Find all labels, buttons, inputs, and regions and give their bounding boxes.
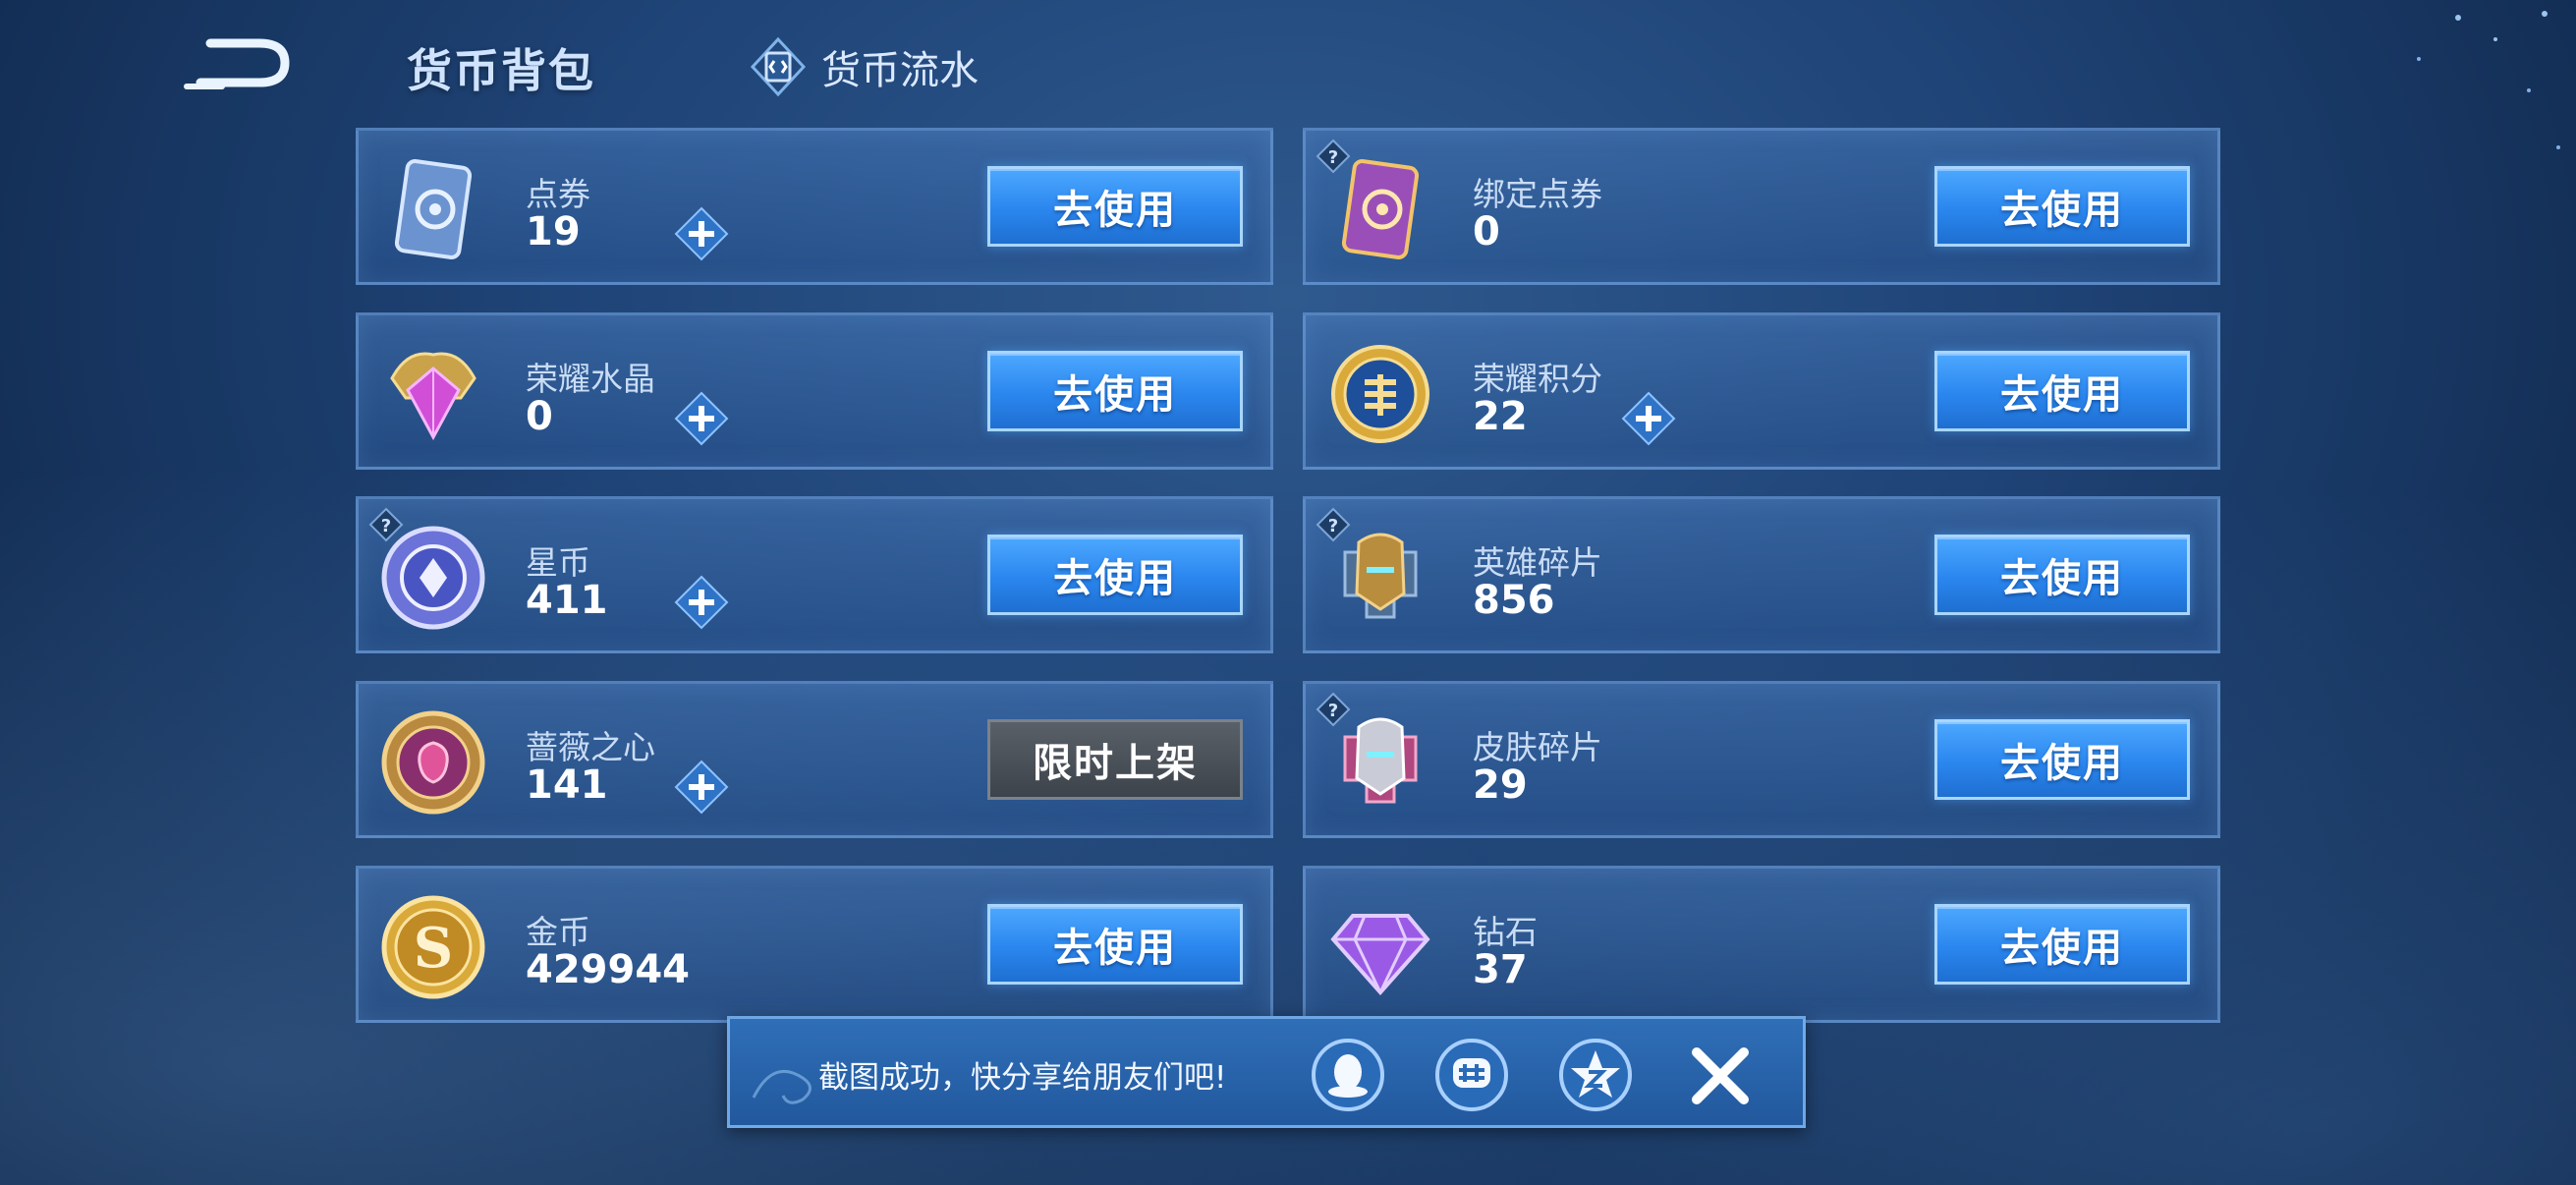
limited-time-button: 限时上架 xyxy=(987,719,1243,800)
coupon-ticket-icon xyxy=(394,159,473,259)
svg-text:S: S xyxy=(414,916,453,981)
star-coin-icon xyxy=(381,526,485,630)
tab-currency-flow-label: 货币流水 xyxy=(821,48,979,93)
back-arrow-icon[interactable] xyxy=(183,33,293,98)
currency-value: 0 xyxy=(526,394,553,439)
add-icon[interactable] xyxy=(673,390,730,447)
currency-card-gold-coin: S 金币 429944 去使用 xyxy=(356,866,1273,1023)
chat-share-icon[interactable] xyxy=(1433,1037,1510,1113)
page-title: 货币背包 xyxy=(407,44,595,97)
use-button[interactable]: 去使用 xyxy=(1934,351,2190,431)
currency-value: 0 xyxy=(1473,209,1500,254)
bound-coupon-ticket-icon xyxy=(1341,159,1420,259)
rose-heart-icon xyxy=(381,710,485,815)
use-button[interactable]: 去使用 xyxy=(987,351,1243,431)
qq-share-icon[interactable] xyxy=(1310,1037,1386,1113)
crystal-icon xyxy=(390,352,476,441)
use-button[interactable]: 去使用 xyxy=(987,166,1243,247)
currency-card-rose-heart: 蔷薇之心 141 限时上架 xyxy=(356,681,1273,838)
currency-value: 29 xyxy=(1473,762,1528,808)
use-button[interactable]: 去使用 xyxy=(1934,166,2190,247)
qzone-share-icon[interactable] xyxy=(1557,1037,1634,1113)
close-icon[interactable] xyxy=(1685,1041,1756,1111)
currency-name: 点券 xyxy=(526,175,590,213)
currency-name: 荣耀积分 xyxy=(1473,360,1602,398)
use-button[interactable]: 去使用 xyxy=(1934,719,2190,800)
currency-value: 429944 xyxy=(526,947,690,992)
currency-value: 19 xyxy=(526,209,581,254)
currency-card-glory-points: 荣耀积分 22 去使用 xyxy=(1303,312,2220,470)
add-icon[interactable] xyxy=(1620,390,1677,447)
add-icon[interactable] xyxy=(673,574,730,631)
currency-card-glory-crystal: 荣耀水晶 0 去使用 xyxy=(356,312,1273,470)
toast-message: 截图成功，快分享给朋友们吧! xyxy=(818,1060,1227,1096)
currency-card-diamond: 钻石 37 去使用 xyxy=(1303,866,2220,1023)
use-button[interactable]: 去使用 xyxy=(987,904,1243,985)
flow-icon xyxy=(750,36,807,97)
currency-name: 蔷薇之心 xyxy=(526,728,655,766)
use-button[interactable]: 去使用 xyxy=(987,535,1243,615)
points-medal-icon xyxy=(1331,345,1429,443)
use-button[interactable]: 去使用 xyxy=(1934,904,2190,985)
share-toast: 截图成功，快分享给朋友们吧! xyxy=(727,1016,1806,1128)
currency-value: 411 xyxy=(526,578,608,623)
currency-name: 荣耀水晶 xyxy=(526,360,655,398)
currency-value: 37 xyxy=(1473,947,1528,992)
add-icon[interactable] xyxy=(673,205,730,262)
currency-name: 金币 xyxy=(526,913,590,951)
currency-name: 钻石 xyxy=(1473,913,1538,951)
add-icon[interactable] xyxy=(673,759,730,816)
star-decoration xyxy=(2417,11,2560,149)
gold-coin-icon: S xyxy=(381,895,485,999)
skin-helmet-icon xyxy=(1343,717,1418,804)
currency-card-dianquan: 点券 19 去使用 xyxy=(356,128,1273,285)
diamond-icon xyxy=(1330,914,1430,996)
currency-card-hero-fragment: ? 英雄碎片 856 去使用 xyxy=(1303,496,2220,653)
currency-name: 星币 xyxy=(526,543,590,582)
currency-card-star-coin: ? 星币 411 去使用 xyxy=(356,496,1273,653)
currency-value: 141 xyxy=(526,762,608,808)
currency-card-bound-coupon: ? 绑定点券 0 去使用 xyxy=(1303,128,2220,285)
hero-helmet-icon xyxy=(1343,533,1418,619)
currency-name: 绑定点券 xyxy=(1473,175,1602,213)
currency-value: 22 xyxy=(1473,394,1528,439)
currency-name: 英雄碎片 xyxy=(1473,543,1602,582)
tab-currency-flow[interactable]: 货币流水 xyxy=(747,35,979,98)
use-button[interactable]: 去使用 xyxy=(1934,535,2190,615)
currency-name: 皮肤碎片 xyxy=(1473,728,1602,766)
currency-card-skin-fragment: ? 皮肤碎片 29 去使用 xyxy=(1303,681,2220,838)
currency-value: 856 xyxy=(1473,578,1555,623)
